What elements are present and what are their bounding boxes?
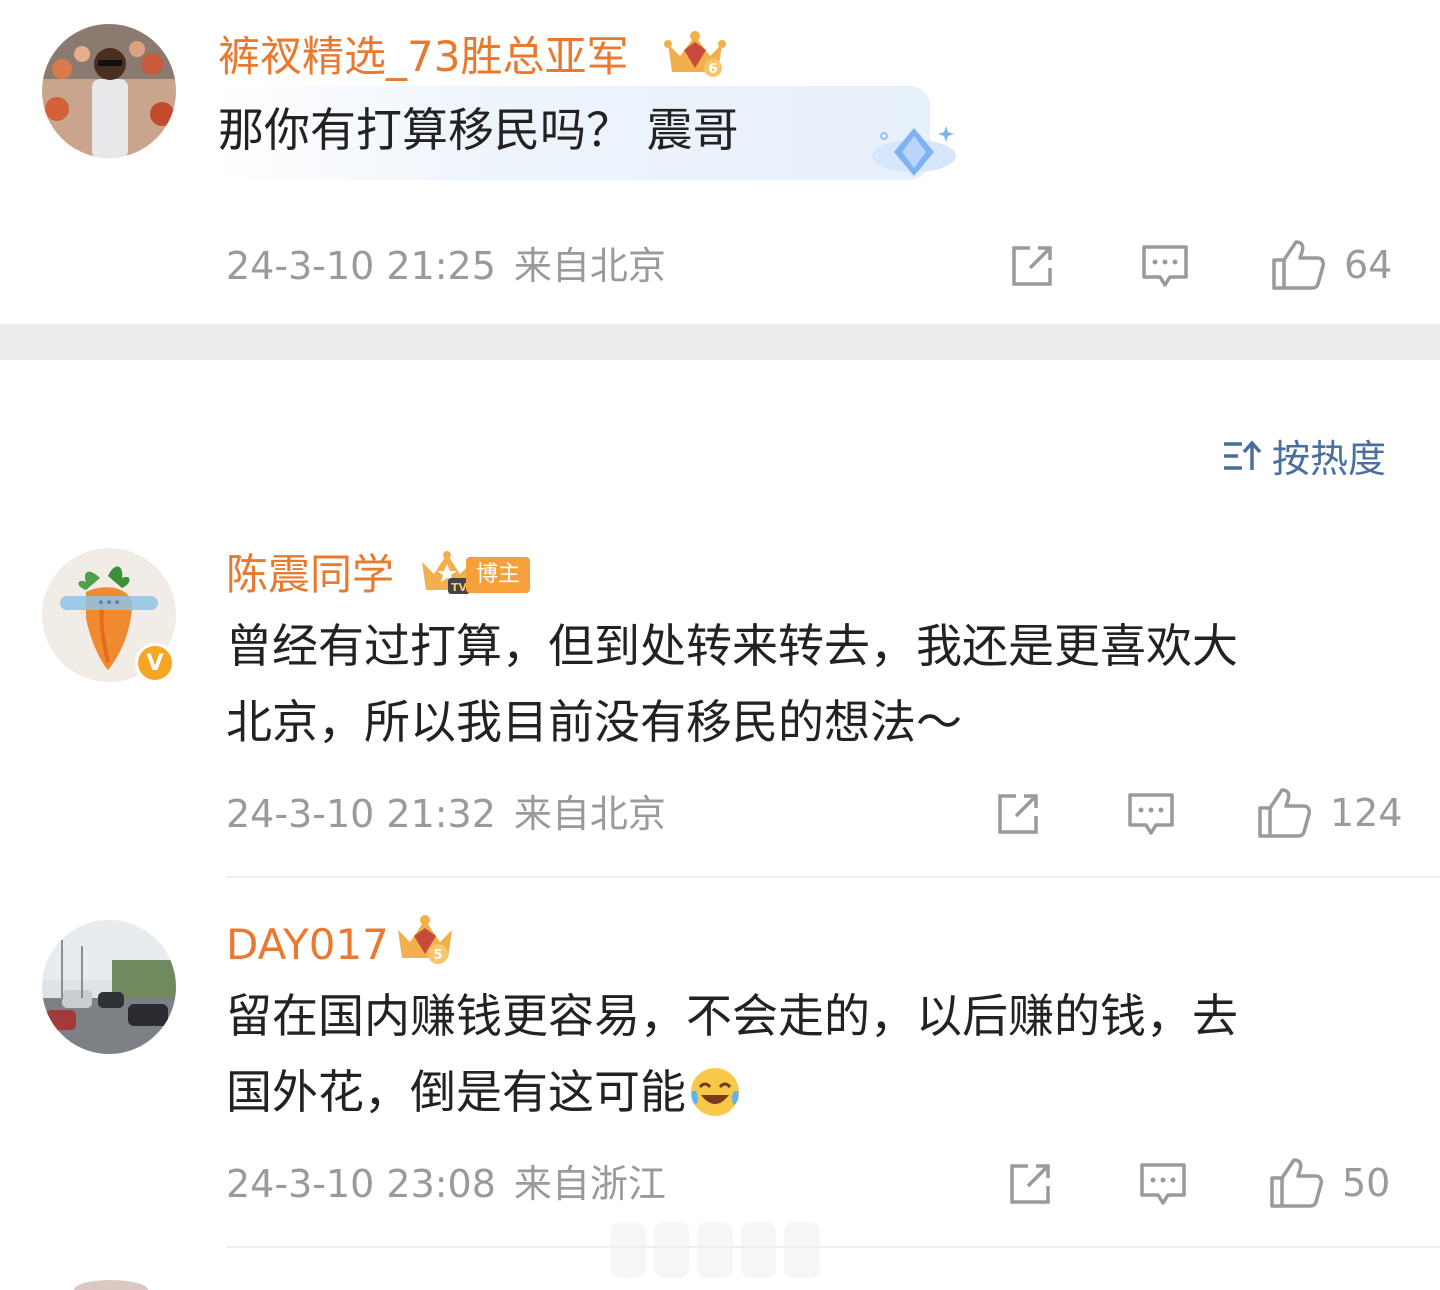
avatar[interactable] bbox=[74, 1280, 148, 1290]
watermark bbox=[610, 1222, 820, 1278]
svg-text:* * *: * * * bbox=[98, 599, 119, 610]
sort-icon bbox=[1223, 439, 1262, 470]
svg-text:TV: TV bbox=[451, 581, 468, 594]
like-button[interactable]: 124 bbox=[1256, 786, 1403, 840]
sort-label: 按热度 bbox=[1271, 437, 1386, 481]
comment-icon bbox=[1140, 1163, 1186, 1205]
thumbs-up-icon bbox=[1270, 1158, 1323, 1208]
thumbs-up-icon bbox=[1258, 788, 1311, 838]
avatar[interactable] bbox=[42, 920, 176, 1054]
comment-meta: 24-3-10 21:25 来自北京 bbox=[226, 244, 666, 288]
verified-badge: V bbox=[135, 643, 175, 683]
comment-meta: 24-3-10 23:08 来自浙江 bbox=[226, 1162, 666, 1206]
comment-icon bbox=[1142, 245, 1188, 287]
comment-time: 24-3-10 21:25 bbox=[226, 244, 496, 288]
share-icon bbox=[1010, 1164, 1050, 1204]
crown-level-6-icon: 6 bbox=[664, 31, 726, 77]
comment-text-line: 曾经有过打算，但到处转来转去，我还是更喜欢大 bbox=[226, 619, 1238, 673]
like-button[interactable]: 64 bbox=[1270, 238, 1392, 292]
share-button[interactable] bbox=[1006, 1160, 1054, 1208]
share-icon bbox=[1012, 246, 1052, 286]
like-button[interactable]: 50 bbox=[1268, 1156, 1390, 1210]
username[interactable]: 陈震同学 bbox=[226, 550, 394, 600]
comment-time: 24-3-10 21:32 bbox=[226, 792, 496, 836]
comment-divider bbox=[226, 876, 1440, 878]
comment-location: 来自北京 bbox=[513, 244, 666, 288]
comment-item: 裤衩精选_73胜总亚军 6 那你有打算移民吗？ 震哥 24-3-10 21:25… bbox=[0, 0, 1440, 324]
share-button[interactable] bbox=[994, 790, 1042, 838]
svg-text:6: 6 bbox=[708, 62, 717, 77]
share-button[interactable] bbox=[1008, 242, 1056, 290]
comment-text-line-content: 国外花，倒是有这可能 bbox=[226, 1065, 686, 1119]
reply-button[interactable] bbox=[1140, 242, 1190, 290]
like-count: 50 bbox=[1342, 1161, 1391, 1205]
comment-location: 来自北京 bbox=[513, 792, 666, 836]
avatar[interactable]: * * * bbox=[42, 548, 176, 682]
avatar[interactable] bbox=[42, 24, 176, 158]
comment-text: 那你有打算移民吗？ 震哥 bbox=[218, 103, 739, 157]
thumbs-up-icon bbox=[1272, 240, 1325, 290]
laugh-cry-emoji bbox=[691, 1068, 739, 1116]
reply-button[interactable] bbox=[1126, 790, 1176, 838]
blogger-tag: 博主 bbox=[466, 557, 531, 593]
reply-button[interactable] bbox=[1138, 1160, 1188, 1208]
username[interactable]: 裤衩精选_73胜总亚军 bbox=[218, 32, 628, 82]
crown-tv-icon: TV bbox=[422, 551, 472, 594]
comment-meta: 24-3-10 21:32 来自北京 bbox=[226, 792, 666, 836]
comment-location: 来自浙江 bbox=[513, 1162, 666, 1206]
share-icon bbox=[998, 794, 1038, 834]
comment-text-line: 留在国内赚钱更容易，不会走的，以后赚的钱，去 bbox=[226, 989, 1238, 1043]
like-count: 124 bbox=[1330, 791, 1403, 835]
username[interactable]: DAY017 bbox=[226, 920, 389, 970]
diamond-fan-icon bbox=[872, 126, 956, 176]
comment-icon bbox=[1128, 793, 1174, 835]
comment-divider bbox=[226, 1246, 1440, 1248]
comment-text-line: 北京，所以我目前没有移民的想法～ bbox=[226, 695, 962, 749]
svg-text:5: 5 bbox=[433, 948, 442, 963]
comment-time: 24-3-10 23:08 bbox=[226, 1162, 496, 1206]
like-count: 64 bbox=[1344, 243, 1393, 287]
section-divider bbox=[0, 324, 1440, 360]
crown-level-5-icon: 5 bbox=[398, 915, 452, 964]
comment-text-line: 国外花，倒是有这可能 bbox=[226, 1054, 742, 1130]
sort-by-hot-button[interactable]: 按热度 bbox=[1222, 428, 1386, 483]
